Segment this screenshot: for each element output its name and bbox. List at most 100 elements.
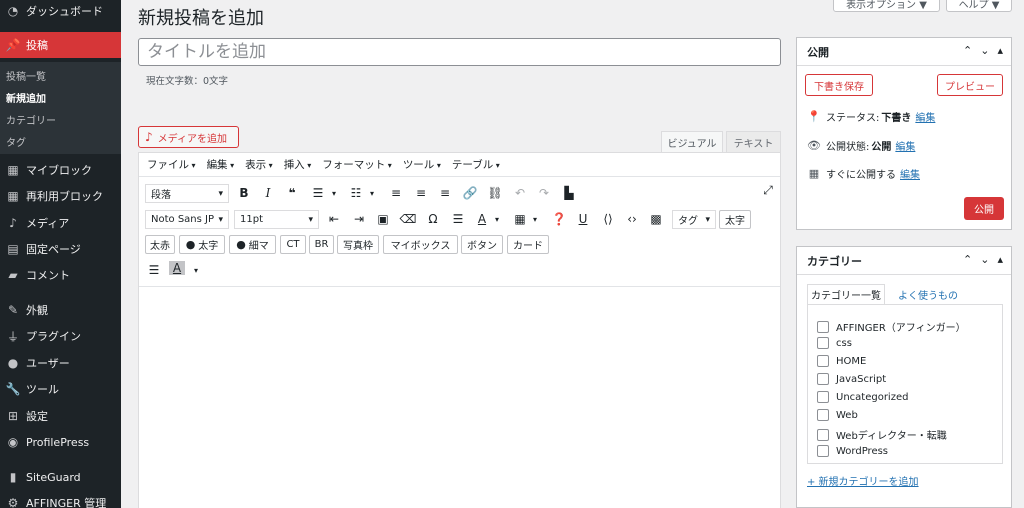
help-icon[interactable]: ❓: [550, 210, 568, 228]
thin-marker-button[interactable]: ● 細マ: [229, 235, 276, 254]
eraser-icon[interactable]: ⌫: [399, 210, 417, 228]
sidebar-item-comments[interactable]: ▰ コメント: [0, 262, 121, 288]
save-draft-button[interactable]: 下書き保存: [805, 74, 873, 96]
link-icon[interactable]: 🔗: [461, 184, 479, 202]
ct-button[interactable]: CT: [280, 235, 306, 254]
chevron-down-icon[interactable]: ▾: [187, 261, 205, 279]
button-button[interactable]: ボタン: [461, 235, 503, 254]
tab-visual[interactable]: ビジュアル: [661, 131, 723, 152]
paste-text-icon[interactable]: ▣: [374, 210, 392, 228]
font-family-select[interactable]: Noto Sans JP: [145, 210, 229, 229]
menu-view[interactable]: 表示: [245, 157, 273, 172]
code-icon[interactable]: ⟨⟩: [599, 210, 617, 228]
checkbox[interactable]: [817, 409, 829, 421]
sidebar-item-posts[interactable]: 📌 投稿: [0, 32, 121, 58]
bold-jp-icon-button[interactable]: ● 太字: [179, 235, 225, 254]
sidebar-item-reusable-blocks[interactable]: ▦ 再利用ブロック: [0, 183, 121, 209]
chevron-down-icon[interactable]: ⌄: [980, 253, 989, 266]
tab-all-categories[interactable]: カテゴリー一覧: [807, 284, 885, 304]
list-item[interactable]: AFFINGER（アフィンガー）: [817, 319, 966, 334]
checkbox[interactable]: [817, 320, 829, 333]
image-icon[interactable]: ▩: [647, 210, 665, 228]
collapse-icon[interactable]: ▴: [997, 253, 1003, 266]
list-item[interactable]: JavaScript: [817, 373, 886, 385]
sidebar-item-myblock[interactable]: ▦ マイブロック: [0, 157, 121, 183]
horizontal-rule-icon[interactable]: ☰: [449, 210, 467, 228]
checkbox[interactable]: [817, 428, 829, 441]
help-button[interactable]: ヘルプ ▼: [946, 0, 1012, 12]
card-button[interactable]: カード: [507, 235, 549, 254]
bold-red-button[interactable]: 太赤: [145, 235, 175, 254]
list-item[interactable]: css: [817, 337, 852, 349]
photo-frame-button[interactable]: 写真枠: [337, 235, 379, 254]
chevron-down-icon[interactable]: ⌄: [980, 44, 989, 57]
list-item[interactable]: WordPress: [817, 445, 888, 457]
align-left-icon[interactable]: ≡: [387, 184, 405, 202]
checkbox[interactable]: [817, 391, 829, 403]
underline-icon[interactable]: U: [574, 210, 592, 228]
tab-most-used[interactable]: よく使うもの: [893, 284, 963, 304]
checkbox[interactable]: [817, 445, 829, 457]
sidebar-item-users[interactable]: ● ユーザー: [0, 350, 121, 376]
sidebar-item-tools[interactable]: 🔧 ツール: [0, 376, 121, 402]
redo-icon[interactable]: ↷: [535, 184, 553, 202]
tab-text[interactable]: テキスト: [726, 131, 781, 152]
indent-icon[interactable]: ⇥: [350, 210, 368, 228]
edit-visibility-link[interactable]: 編集: [895, 138, 915, 153]
submenu-categories[interactable]: カテゴリー: [6, 112, 56, 127]
outdent-icon[interactable]: ⇤: [325, 210, 343, 228]
checkbox[interactable]: [817, 355, 829, 367]
post-title-input[interactable]: [138, 38, 781, 66]
br-button[interactable]: BR: [309, 235, 334, 254]
submenu-add-new[interactable]: 新規追加: [6, 90, 46, 105]
blockquote-icon[interactable]: ❝: [283, 184, 301, 202]
collapse-icon[interactable]: ▴: [997, 44, 1003, 57]
menu-file[interactable]: ファイル: [147, 157, 196, 172]
editor-content-area[interactable]: [139, 286, 780, 508]
toolbar-toggle-icon[interactable]: ▙: [560, 184, 578, 202]
sidebar-item-affinger[interactable]: ⚙ AFFINGER 管理: [0, 490, 121, 508]
list-item[interactable]: Web: [817, 409, 858, 421]
background-color-icon[interactable]: A: [169, 261, 185, 275]
sidebar-item-media[interactable]: ♪ メディア: [0, 210, 121, 236]
omega-icon[interactable]: Ω: [424, 210, 442, 228]
unlink-icon[interactable]: ⛓: [486, 184, 504, 202]
edit-status-link[interactable]: 編集: [915, 109, 935, 124]
bold-icon[interactable]: B: [235, 184, 253, 202]
menu-edit[interactable]: 編集: [207, 157, 235, 172]
font-size-select[interactable]: 11pt: [234, 210, 319, 229]
checkbox[interactable]: [817, 337, 829, 349]
chevron-down-icon[interactable]: ▾: [488, 210, 506, 228]
mybox-button[interactable]: マイボックス: [383, 235, 458, 254]
undo-icon[interactable]: ↶: [511, 184, 529, 202]
code-inline-icon[interactable]: ‹›: [623, 210, 641, 228]
menu-table[interactable]: テーブル: [452, 157, 500, 172]
edit-schedule-link[interactable]: 編集: [900, 166, 920, 181]
sidebar-item-settings[interactable]: ⊞ 設定: [0, 403, 121, 429]
list-item[interactable]: Webディレクター・転職: [817, 427, 947, 442]
format-select[interactable]: 段落: [145, 184, 229, 203]
bold-jp-button[interactable]: 太字: [719, 210, 751, 229]
tag-select[interactable]: タグ: [672, 210, 716, 229]
screen-options-button[interactable]: 表示オプション ▼: [833, 0, 940, 12]
preview-button[interactable]: プレビュー: [937, 74, 1003, 96]
paragraph-icon[interactable]: ☰: [145, 261, 163, 279]
sidebar-item-pages[interactable]: ▤ 固定ページ: [0, 236, 121, 262]
menu-format[interactable]: フォーマット: [322, 157, 392, 172]
sidebar-item-profilepress[interactable]: ◉ ProfilePress: [0, 429, 121, 455]
chevron-down-icon[interactable]: ▾: [325, 184, 343, 202]
submenu-tags[interactable]: タグ: [6, 134, 26, 149]
sidebar-item-dashboard[interactable]: ◔ ダッシュボード: [0, 0, 121, 24]
publish-button[interactable]: 公開: [964, 197, 1004, 220]
sidebar-item-appearance[interactable]: ✎ 外観: [0, 297, 121, 323]
fullscreen-icon[interactable]: ⤢: [759, 181, 777, 199]
list-item[interactable]: Uncategorized: [817, 391, 908, 403]
italic-icon[interactable]: I: [259, 184, 277, 202]
sidebar-item-siteguard[interactable]: ▮ SiteGuard: [0, 464, 121, 490]
chevron-down-icon[interactable]: ▾: [363, 184, 381, 202]
sidebar-item-plugins[interactable]: ⏚ プラグイン: [0, 323, 121, 349]
menu-insert[interactable]: 挿入: [284, 157, 312, 172]
align-center-icon[interactable]: ≡: [412, 184, 430, 202]
menu-tools[interactable]: ツール: [403, 157, 441, 172]
submenu-all-posts[interactable]: 投稿一覧: [6, 68, 46, 83]
